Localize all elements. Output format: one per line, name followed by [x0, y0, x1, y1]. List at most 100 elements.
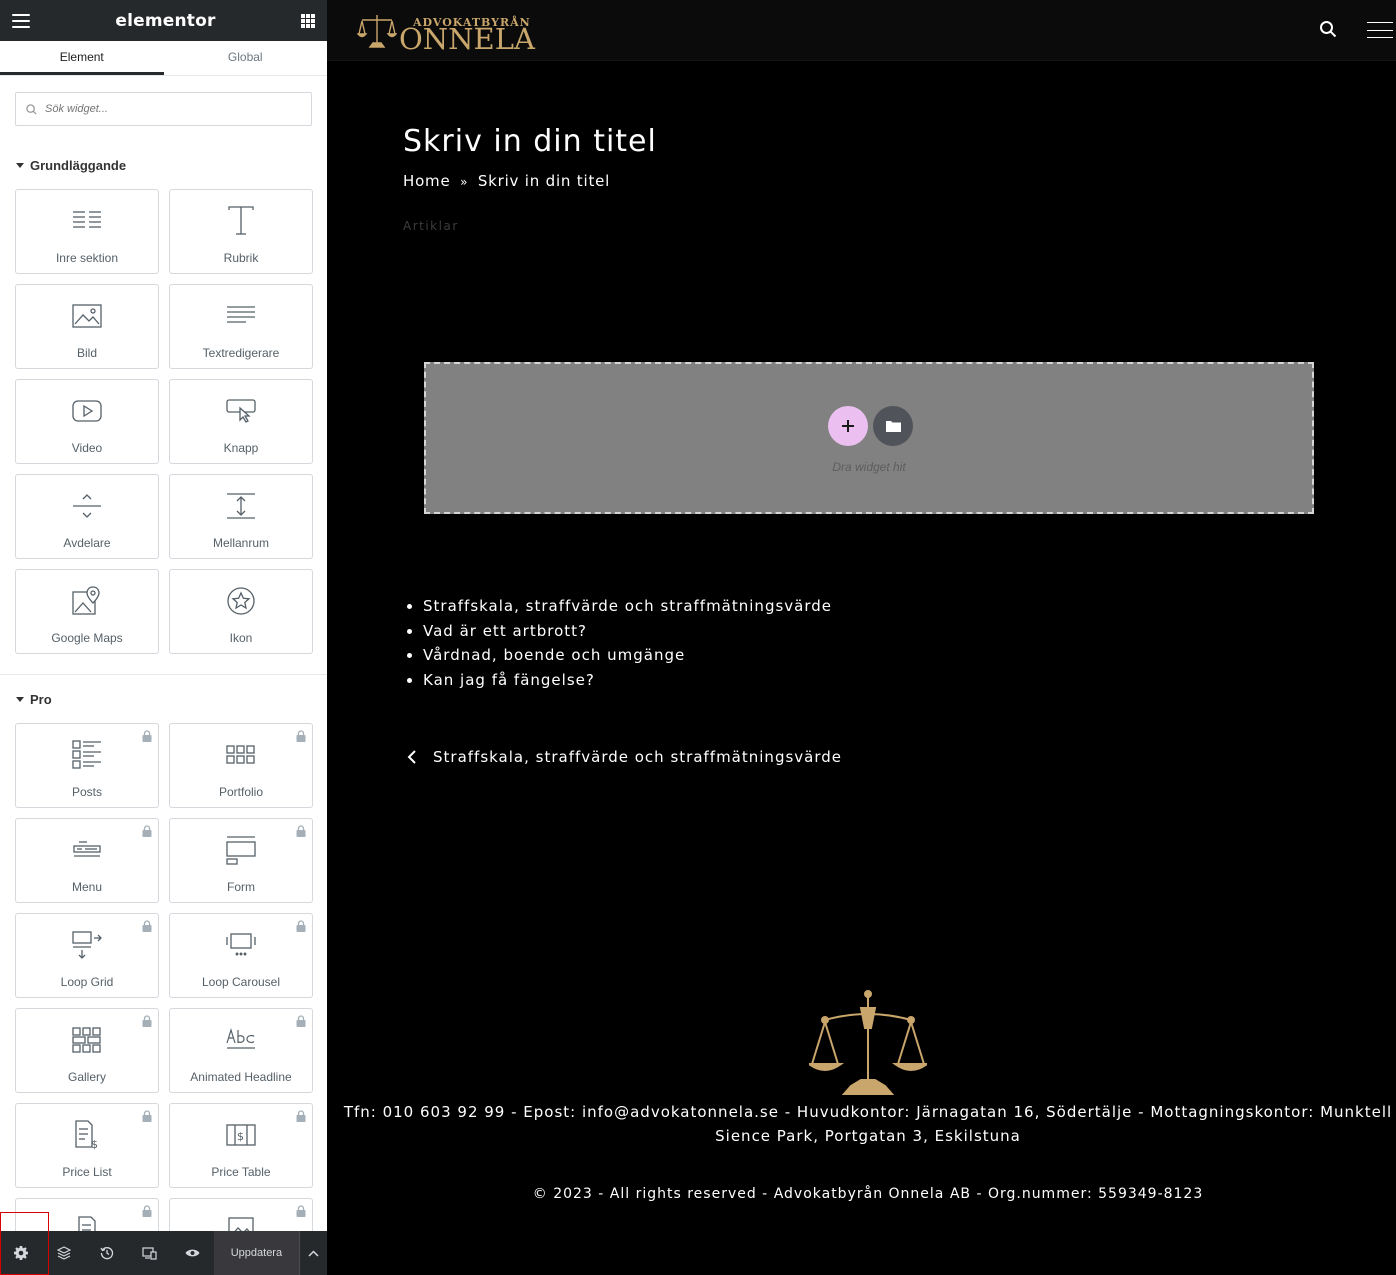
list-item[interactable]: Kan jag få fängelse?	[423, 668, 832, 693]
post-category-link[interactable]: Artiklar	[403, 219, 459, 233]
tab-global[interactable]: Global	[164, 41, 328, 75]
widget-dropzone[interactable]: Dra widget hit	[424, 362, 1314, 514]
widget-label: Posts	[71, 785, 102, 799]
preview-button[interactable]	[171, 1231, 214, 1275]
panel-footer: Uppdatera	[0, 1231, 327, 1275]
tab-element[interactable]: Element	[0, 41, 164, 75]
category-pro[interactable]: Pro	[16, 692, 52, 707]
widget-label: Form	[227, 880, 255, 894]
divider-icon	[73, 494, 101, 518]
widgets-grid-icon[interactable]	[300, 13, 315, 28]
previous-post-link[interactable]: Straffskala, straffvärde och straffmätni…	[407, 748, 842, 766]
widget-heading[interactable]: Rubrik	[169, 189, 313, 274]
history-button[interactable]	[85, 1231, 128, 1275]
widget-posts[interactable]: Posts	[15, 723, 159, 808]
site-menu-button[interactable]	[1367, 22, 1393, 38]
posts-icon	[72, 740, 101, 769]
widget-portfolio[interactable]: Portfolio	[169, 723, 313, 808]
inner-section-icon	[73, 211, 101, 228]
widget-gallery[interactable]: Gallery	[15, 1008, 159, 1093]
widget-icon[interactable]: Ikon	[169, 569, 313, 654]
text-editor-icon	[227, 306, 255, 323]
star-icon	[227, 587, 255, 615]
scales-logo-icon	[357, 15, 397, 48]
menu-icon[interactable]	[12, 13, 30, 28]
previous-post-title: Straffskala, straffvärde och straffmätni…	[433, 748, 842, 766]
widget-label: Video	[71, 441, 103, 455]
scales-icon	[805, 990, 931, 1095]
widget-image[interactable]: Bild	[15, 284, 159, 369]
widget-text-editor[interactable]: Textredigerare	[169, 284, 313, 369]
list-item[interactable]: Straffskala, straffvärde och straffmätni…	[423, 594, 832, 619]
price-list-icon: $	[75, 1120, 98, 1150]
update-button[interactable]: Uppdatera	[213, 1231, 300, 1275]
heading-icon	[228, 206, 254, 235]
widget-inner-section[interactable]: Inre sektion	[15, 189, 159, 274]
widget-google-maps[interactable]: Google Maps	[15, 569, 159, 654]
gear-icon	[14, 1246, 29, 1260]
widget-label: Mellanrum	[212, 536, 269, 550]
panel-tabs: Element Global	[0, 41, 327, 76]
footer-scales-logo	[805, 988, 931, 1101]
category-pro-title: Pro	[30, 692, 52, 707]
loop-grid-icon	[72, 931, 102, 959]
add-section-button[interactable]	[828, 406, 868, 446]
panel-header: elementor	[0, 0, 327, 41]
widget-animated-headline[interactable]: Animated Headline	[169, 1008, 313, 1093]
save-options-button[interactable]	[299, 1231, 327, 1275]
category-basic-title: Grundläggande	[30, 158, 127, 173]
site-header: ADVOKATBYRÅN ONNELA	[327, 0, 1396, 61]
widget-search[interactable]	[15, 92, 312, 126]
widget-loop-carousel[interactable]: Loop Carousel	[169, 913, 313, 998]
breadcrumb-current: Skriv in din titel	[477, 172, 611, 190]
eye-icon	[185, 1249, 200, 1257]
svg-text:$: $	[91, 1138, 98, 1150]
chevron-up-icon	[308, 1249, 319, 1257]
widget-video[interactable]: Video	[15, 379, 159, 464]
chevron-left-icon	[407, 750, 416, 764]
widget-label: Rubrik	[223, 251, 259, 265]
plus-icon	[842, 420, 854, 432]
list-item[interactable]: Vårdnad, boende och umgänge	[423, 643, 832, 668]
dropzone-hint: Dra widget hit	[832, 460, 906, 474]
widget-spacer[interactable]: Mellanrum	[169, 474, 313, 559]
elementor-panel: elementor Element Global Grundläggande I…	[0, 0, 327, 1275]
navigator-button[interactable]	[43, 1231, 86, 1275]
breadcrumb-home-link[interactable]: Home	[403, 172, 451, 190]
widget-loop-grid[interactable]: Loop Grid	[15, 913, 159, 998]
widget-button[interactable]: Knapp	[169, 379, 313, 464]
responsive-mode-button[interactable]	[128, 1231, 171, 1275]
footer-contact-info: Tfn: 010 603 92 99 - Epost: info@advokat…	[343, 1103, 1393, 1145]
site-logo[interactable]: ADVOKATBYRÅN ONNELA	[357, 12, 535, 56]
widget-form[interactable]: Form	[169, 818, 313, 903]
widget-label: Price List	[62, 1165, 112, 1179]
site-search-button[interactable]	[1319, 20, 1337, 43]
search-input[interactable]	[45, 103, 295, 115]
widget-label: Textredigerare	[202, 346, 280, 360]
button-icon	[226, 399, 256, 423]
site-preview: ADVOKATBYRÅN ONNELA Skriv in din titel H…	[327, 0, 1396, 1275]
portfolio-icon	[226, 745, 255, 764]
widget-label: Animated Headline	[190, 1070, 292, 1084]
svg-text:$: $	[237, 1130, 244, 1143]
add-template-button[interactable]	[873, 406, 913, 446]
category-basic[interactable]: Grundläggande	[16, 158, 126, 173]
price-table-icon: $	[226, 1124, 256, 1146]
breadcrumb: Home » Skriv in din titel	[403, 172, 610, 190]
list-item[interactable]: Vad är ett artbrott?	[423, 619, 832, 644]
widget-label: Avdelare	[63, 536, 111, 550]
widget-label: Ikon	[229, 631, 253, 645]
widget-label: Knapp	[223, 441, 259, 455]
nav-menu-icon	[73, 841, 101, 857]
elementor-logo: elementor	[115, 10, 216, 31]
widget-label: Google Maps	[51, 631, 123, 645]
settings-button[interactable]	[0, 1231, 43, 1275]
gallery-icon	[72, 1027, 101, 1053]
widget-price-table[interactable]: $ Price Table	[169, 1103, 313, 1188]
widget-price-list[interactable]: $ Price List	[15, 1103, 159, 1188]
widget-label: Gallery	[67, 1070, 106, 1084]
widget-divider[interactable]: Avdelare	[15, 474, 159, 559]
widget-menu[interactable]: Menu	[15, 818, 159, 903]
spacer-icon	[227, 493, 255, 519]
video-icon	[72, 400, 102, 422]
